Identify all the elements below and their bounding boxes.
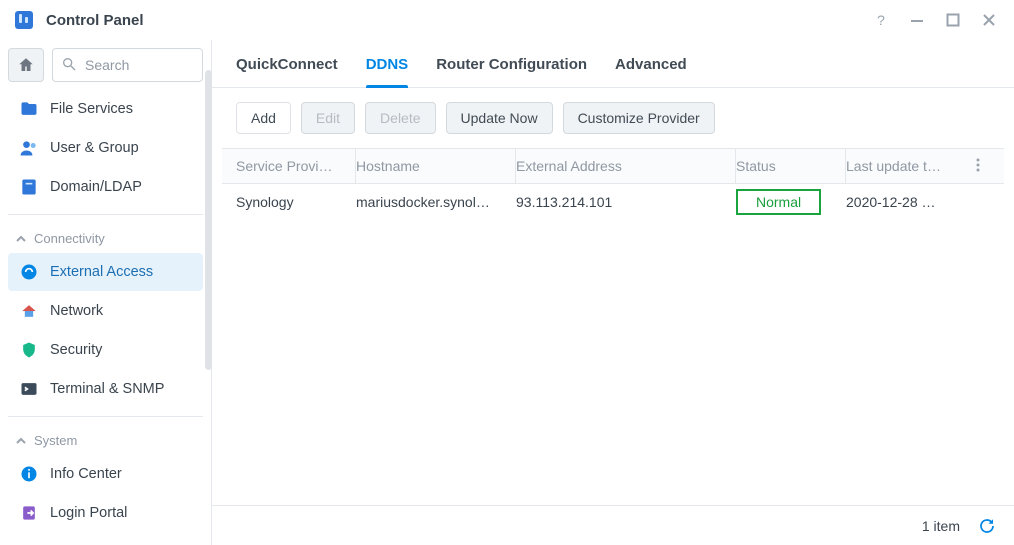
tabs: QuickConnect DDNS Router Configuration A… xyxy=(212,40,1014,88)
house-icon xyxy=(18,301,40,321)
search-box[interactable] xyxy=(52,48,203,82)
sidebar-scrollbar[interactable] xyxy=(205,70,212,370)
col-hostname[interactable]: Hostname xyxy=(356,149,516,183)
ddns-table: Service Provi… Hostname External Address… xyxy=(212,148,1014,505)
col-external-address[interactable]: External Address xyxy=(516,149,736,183)
svg-text:?: ? xyxy=(877,12,885,28)
info-icon xyxy=(18,464,40,484)
app-icon xyxy=(12,8,36,32)
home-button[interactable] xyxy=(8,48,44,82)
add-button[interactable]: Add xyxy=(236,102,291,134)
sidebar-item-security[interactable]: Security xyxy=(8,331,203,369)
sidebar-group-label: System xyxy=(34,433,77,448)
cell-hostname: mariusdocker.synol… xyxy=(356,194,516,210)
book-icon xyxy=(18,177,40,197)
terminal-icon xyxy=(18,379,40,399)
titlebar: Control Panel ? xyxy=(0,0,1014,40)
sidebar-item-label: Info Center xyxy=(50,466,122,482)
sidebar: File Services User & Group Domain/LDAP C… xyxy=(0,40,212,545)
search-input[interactable] xyxy=(83,56,194,74)
tab-quickconnect[interactable]: QuickConnect xyxy=(236,56,338,87)
sidebar-group-connectivity[interactable]: Connectivity xyxy=(8,214,203,252)
sidebar-group-system[interactable]: System xyxy=(8,416,203,454)
col-status[interactable]: Status xyxy=(736,149,846,183)
cell-status: Normal xyxy=(736,189,846,215)
sidebar-item-label: Security xyxy=(50,342,102,358)
chevron-up-icon xyxy=(14,434,28,448)
cell-external: 93.113.214.101 xyxy=(516,194,736,210)
table-footer: 1 item xyxy=(212,505,1014,545)
tab-router-configuration[interactable]: Router Configuration xyxy=(436,56,587,87)
window-title: Control Panel xyxy=(46,12,144,29)
shield-icon xyxy=(18,340,40,360)
col-service-provider[interactable]: Service Provi… xyxy=(236,149,356,183)
folder-icon xyxy=(18,99,40,119)
delete-button[interactable]: Delete xyxy=(365,102,435,134)
search-icon xyxy=(61,56,77,75)
sidebar-item-label: External Access xyxy=(50,264,153,280)
sidebar-item-label: User & Group xyxy=(50,140,139,156)
customize-provider-button[interactable]: Customize Provider xyxy=(563,102,715,134)
sidebar-item-label: Terminal & SNMP xyxy=(50,381,164,397)
sidebar-item-domain-ldap[interactable]: Domain/LDAP xyxy=(8,168,203,206)
main: QuickConnect DDNS Router Configuration A… xyxy=(212,40,1014,545)
sidebar-group-label: Connectivity xyxy=(34,231,105,246)
sidebar-item-login-portal[interactable]: Login Portal xyxy=(8,494,203,532)
refresh-button[interactable] xyxy=(978,517,996,535)
sidebar-item-label: Domain/LDAP xyxy=(50,179,142,195)
users-icon xyxy=(18,138,40,158)
sidebar-item-file-services[interactable]: File Services xyxy=(8,90,203,128)
sidebar-item-user-group[interactable]: User & Group xyxy=(8,129,203,167)
table-columns-more-icon[interactable] xyxy=(966,158,990,175)
row-count: 1 item xyxy=(922,518,960,534)
link-icon xyxy=(18,262,40,282)
tab-advanced[interactable]: Advanced xyxy=(615,56,687,87)
portal-icon xyxy=(18,503,40,523)
minimize-button[interactable] xyxy=(904,7,930,33)
close-button[interactable] xyxy=(976,7,1002,33)
edit-button[interactable]: Edit xyxy=(301,102,355,134)
chevron-up-icon xyxy=(14,232,28,246)
sidebar-item-terminal-snmp[interactable]: Terminal & SNMP xyxy=(8,370,203,408)
sidebar-item-info-center[interactable]: Info Center xyxy=(8,455,203,493)
status-badge: Normal xyxy=(736,189,821,215)
maximize-button[interactable] xyxy=(940,7,966,33)
sidebar-item-label: Login Portal xyxy=(50,505,127,521)
sidebar-item-external-access[interactable]: External Access xyxy=(8,253,203,291)
cell-updated: 2020-12-28 … xyxy=(846,194,966,210)
col-last-update[interactable]: Last update t… xyxy=(846,149,966,183)
sidebar-item-label: File Services xyxy=(50,101,133,117)
table-header: Service Provi… Hostname External Address… xyxy=(222,148,1004,184)
update-now-button[interactable]: Update Now xyxy=(446,102,553,134)
toolbar: Add Edit Delete Update Now Customize Pro… xyxy=(212,88,1014,148)
cell-provider: Synology xyxy=(236,194,356,210)
table-row[interactable]: Synology mariusdocker.synol… 93.113.214.… xyxy=(222,184,1004,220)
help-button[interactable]: ? xyxy=(868,7,894,33)
tab-ddns[interactable]: DDNS xyxy=(366,56,409,87)
sidebar-item-network[interactable]: Network xyxy=(8,292,203,330)
sidebar-item-label: Network xyxy=(50,303,103,319)
